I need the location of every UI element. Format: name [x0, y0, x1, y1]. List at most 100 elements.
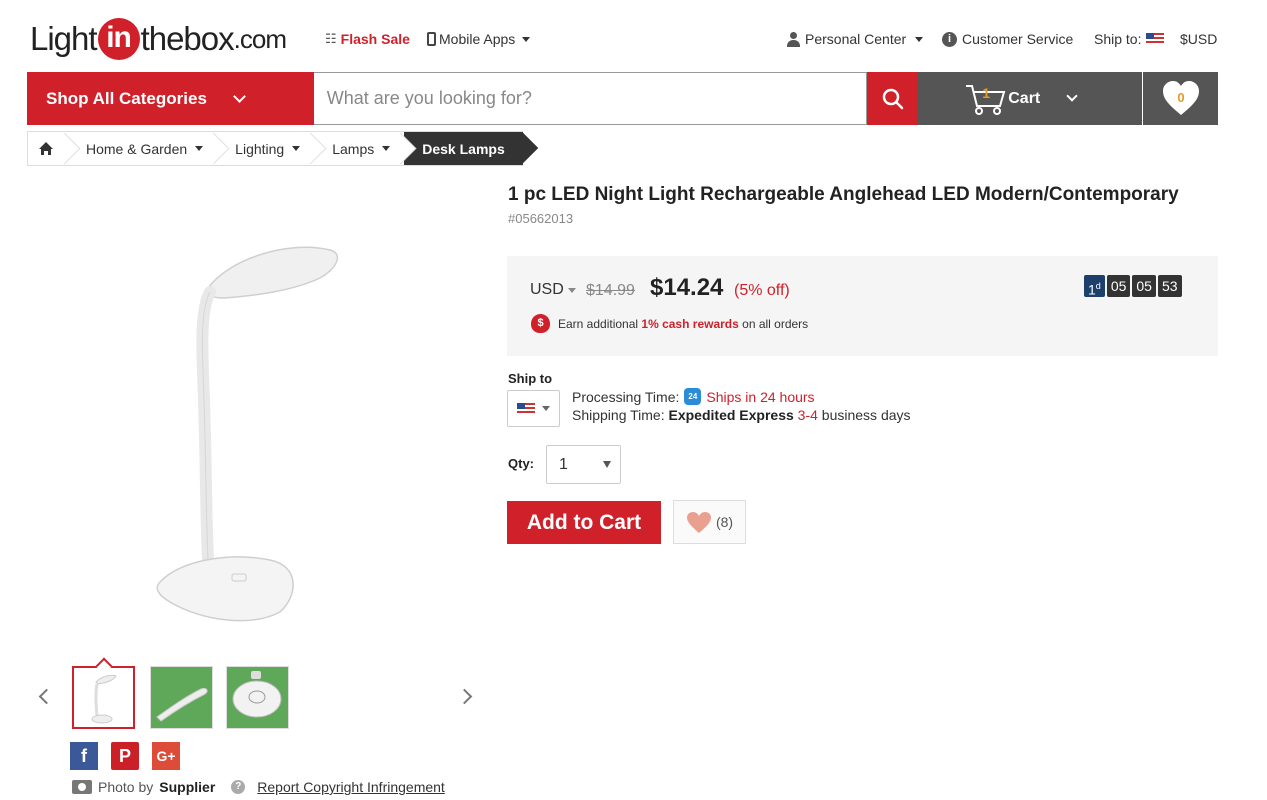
countdown-timer: 1d 05 05 53 — [1084, 275, 1182, 298]
flash-sale-label: Flash Sale — [340, 31, 410, 47]
rewards-suffix: on all orders — [742, 316, 809, 331]
search-input[interactable]: What are you looking for? — [313, 72, 868, 125]
shipping-label: Shipping Time: — [572, 407, 665, 423]
currency-label: $USD — [1180, 31, 1218, 47]
thumbnail-1[interactable] — [72, 666, 135, 729]
product-sku: #05662013 — [508, 211, 574, 226]
processing-value: Ships in 24 hours — [706, 388, 815, 405]
ship-to-label: Ship to — [508, 371, 553, 386]
social-share: f P G+ — [70, 742, 180, 770]
camera-icon — [72, 780, 92, 794]
site-logo[interactable]: Light in thebox .com — [30, 16, 287, 62]
thumbnail-lamp-image — [156, 688, 208, 722]
thumbnail-3[interactable] — [226, 666, 289, 729]
facebook-icon[interactable]: f — [70, 742, 98, 770]
report-copyright-link[interactable]: Report Copyright Infringement — [257, 779, 445, 795]
mobile-apps-menu[interactable]: Mobile Apps — [427, 31, 531, 47]
breadcrumb-label: Lamps — [332, 140, 375, 157]
caret-down-icon — [195, 146, 204, 151]
cart-button[interactable]: 1 Cart — [918, 72, 1143, 125]
logo-text-thebox: thebox — [140, 20, 235, 57]
us-flag-icon — [1146, 33, 1165, 45]
shipping-suffix: business days — [821, 407, 911, 423]
caret-down-icon — [522, 36, 531, 42]
home-icon — [39, 142, 53, 155]
personal-center-menu[interactable]: Personal Center — [787, 31, 924, 47]
breadcrumb-home-garden[interactable]: Home & Garden — [68, 132, 217, 165]
rewards-highlight: 1% cash rewards — [641, 316, 739, 331]
chevron-left-icon[interactable] — [38, 688, 55, 705]
add-to-cart-button[interactable]: Add to Cart — [507, 501, 661, 544]
timer-minutes: 05 — [1132, 275, 1156, 297]
help-icon[interactable]: ? — [231, 780, 246, 794]
chevron-right-icon[interactable] — [456, 688, 473, 705]
wishlist-button[interactable]: 0 — [1143, 72, 1219, 125]
photo-by-label: Photo by — [98, 779, 154, 795]
info-icon: i — [942, 31, 957, 47]
currency-dropdown[interactable]: USD — [530, 281, 576, 299]
favorite-button[interactable]: (8) — [673, 500, 746, 544]
search-button[interactable] — [867, 72, 919, 125]
logo-text-in: in — [97, 18, 140, 60]
search-placeholder: What are you looking for? — [326, 88, 532, 108]
qty-value: 1 — [559, 455, 568, 473]
timer-days-unit: d — [1095, 281, 1101, 291]
cart-label: Cart — [1008, 89, 1041, 107]
qty-label: Qty: — [508, 456, 534, 471]
ship-country-select[interactable] — [507, 390, 560, 427]
cash-rewards: $ Earn additional 1% cash rewards on all… — [531, 314, 808, 333]
money-bag-icon: $ — [531, 314, 550, 333]
mobile-apps-label: Mobile Apps — [439, 31, 516, 47]
photo-credit: Photo by Supplier ? Report Copyright Inf… — [72, 779, 445, 795]
customer-service-link[interactable]: i Customer Service — [942, 31, 1073, 47]
ship-to-selector[interactable]: Ship to: — [1094, 31, 1165, 47]
us-flag-icon — [517, 402, 535, 415]
flash-sale-link[interactable]: ☷ Flash Sale — [325, 31, 410, 47]
timer-days: 1d — [1084, 275, 1105, 298]
price-box: USD $14.99 $14.24 (5% off) $ Earn additi… — [507, 256, 1218, 356]
shipping-time: Shipping Time: Expedited Express 3-4 bus… — [572, 407, 911, 423]
current-price: $14.24 — [650, 274, 724, 301]
quantity-select[interactable]: 1 — [546, 445, 621, 484]
timer-days-value: 1 — [1088, 281, 1096, 298]
shop-all-label: Shop All Categories — [46, 88, 207, 108]
clock-24h-icon: 24 — [684, 388, 702, 405]
logo-text-com: .com — [233, 23, 287, 54]
google-plus-icon[interactable]: G+ — [152, 742, 180, 770]
search-icon — [882, 88, 903, 109]
breadcrumb-current-label: Desk Lamps — [422, 140, 505, 157]
shop-all-categories-button[interactable]: Shop All Categories — [27, 72, 314, 125]
heart-icon: 0 — [1162, 80, 1199, 115]
timer-hours: 05 — [1106, 275, 1131, 297]
currency-value: USD — [530, 281, 564, 298]
thumbnail-lamp-image — [91, 674, 117, 724]
thumbnail-2[interactable] — [150, 666, 213, 729]
thumbnail-strip — [27, 663, 487, 733]
gift-icon: ☷ — [325, 31, 337, 46]
currency-selector[interactable]: $USD — [1180, 31, 1217, 47]
breadcrumb-label: Lighting — [235, 140, 285, 157]
product-main-image[interactable] — [140, 240, 360, 630]
chevron-down-icon — [1066, 90, 1078, 102]
personal-center-label: Personal Center — [805, 31, 907, 47]
dropdown-arrow-icon — [603, 461, 611, 468]
product-title: 1 pc LED Night Light Rechargeable Angleh… — [508, 184, 1179, 205]
breadcrumb-current: Desk Lamps — [404, 132, 523, 165]
timer-seconds: 53 — [1157, 275, 1182, 297]
heart-icon — [686, 511, 711, 533]
favorite-count: (8) — [715, 514, 734, 530]
wishlist-count: 0 — [1177, 90, 1184, 105]
breadcrumb-home[interactable] — [28, 132, 68, 165]
top-bar: Light in thebox .com ☷ Flash Sale Mobile Ap… — [0, 0, 1267, 72]
caret-down-icon — [382, 146, 391, 151]
rewards-prefix: Earn additional — [558, 316, 639, 331]
breadcrumb-lamps[interactable]: Lamps — [314, 132, 404, 165]
caret-down-icon — [292, 146, 301, 151]
phone-icon — [427, 32, 436, 46]
pinterest-icon[interactable]: P — [111, 742, 139, 770]
shipping-method: Expedited Express — [668, 407, 794, 423]
thumbnail-lamp-image — [232, 671, 282, 718]
customer-service-label: Customer Service — [962, 31, 1074, 47]
discount-label: (5% off) — [734, 282, 790, 299]
breadcrumb-lighting[interactable]: Lighting — [217, 132, 314, 165]
